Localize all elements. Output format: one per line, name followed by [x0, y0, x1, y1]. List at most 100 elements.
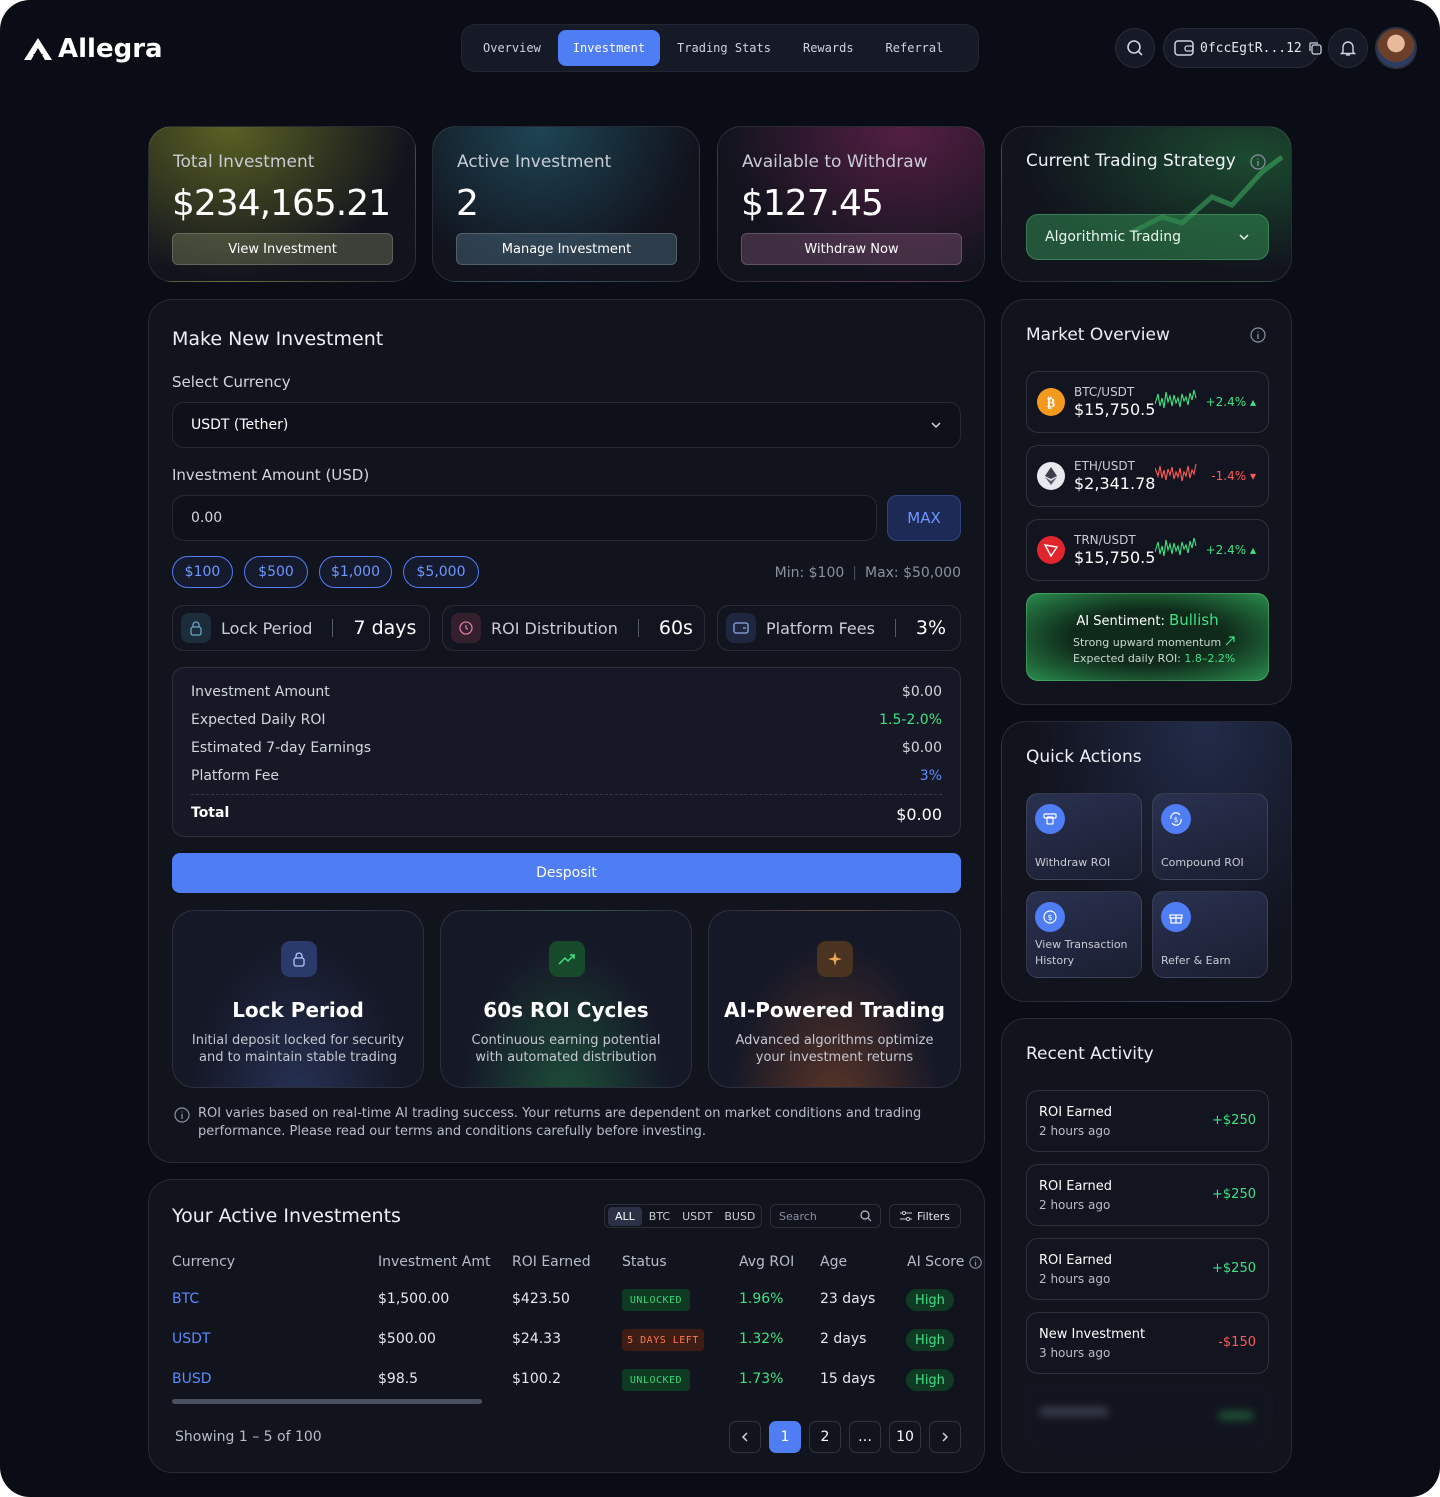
activity-title: ROI Earned: [1039, 1253, 1113, 1268]
market-row-eth[interactable]: ETH/USDT $2,341.78 -1.4% ▾: [1026, 445, 1269, 507]
currency-label: Select Currency: [172, 373, 291, 391]
tab-trading-stats[interactable]: Trading Stats: [662, 30, 786, 66]
row-currency[interactable]: USDT: [172, 1331, 210, 1347]
ai-score-badge: High: [906, 1329, 954, 1351]
market-row-trn[interactable]: TRN/USDT $15,750.5 +2.4% ▴: [1026, 519, 1269, 581]
tron-icon: [1037, 536, 1065, 564]
activity-item[interactable]: ROI Earned 2 hours ago +$250: [1026, 1238, 1269, 1300]
summary-row: Expected Daily ROI 1.5-2.0%: [191, 712, 942, 728]
summary-value: 1.5-2.0%: [879, 712, 942, 728]
notifications-button[interactable]: [1328, 28, 1368, 68]
page-ellipsis: …: [849, 1421, 881, 1453]
info-icon[interactable]: [1250, 154, 1266, 170]
prev-page-button[interactable]: [729, 1421, 761, 1453]
activity-item[interactable]: New Investment 3 hours ago -$150: [1026, 1312, 1269, 1374]
ai-sentiment-card: AI Sentiment: Bullish Strong upward mome…: [1026, 593, 1269, 681]
sparkline-chart: [1155, 389, 1197, 409]
feature-desc: Continuous earning potential with automa…: [471, 1033, 661, 1065]
currency-filter-tabs: ALL BTC USDT BUSD: [604, 1204, 762, 1228]
currency-select[interactable]: USDT (Tether): [172, 402, 961, 448]
tab-investment[interactable]: Investment: [557, 30, 661, 66]
info-icon[interactable]: [1250, 327, 1266, 343]
roi-distribution-label: ROI Distribution: [491, 618, 618, 638]
search-button[interactable]: [1115, 28, 1155, 68]
row-currency[interactable]: BTC: [172, 1291, 199, 1307]
tab-referral[interactable]: Referral: [871, 30, 959, 66]
lock-icon: [281, 941, 317, 977]
preset-5000-button[interactable]: $5,000: [403, 556, 479, 588]
feature-card-ai-trading: AI-Powered Trading Advanced algorithms o…: [708, 910, 961, 1088]
preset-1000-button[interactable]: $1,000: [319, 556, 392, 588]
view-investment-button[interactable]: View Investment: [172, 233, 393, 265]
page-button[interactable]: 1: [769, 1421, 801, 1453]
user-avatar[interactable]: [1375, 27, 1417, 69]
tab-rewards[interactable]: Rewards: [788, 30, 869, 66]
recent-activity-panel: Recent Activity ROI Earned 2 hours ago +…: [1001, 1018, 1292, 1473]
gift-icon: [1161, 902, 1191, 932]
roi-disclaimer: ROI varies based on real-time AI trading…: [198, 1106, 922, 1139]
page-button[interactable]: 2: [809, 1421, 841, 1453]
activity-time: 2 hours ago: [1039, 1198, 1111, 1212]
withdraw-roi-action[interactable]: Withdraw ROI: [1026, 793, 1142, 880]
row-roi: $24.33: [512, 1331, 561, 1347]
next-page-button[interactable]: [929, 1421, 961, 1453]
feature-card-roi-cycles: 60s ROI Cycles Continuous earning potent…: [440, 910, 692, 1088]
action-label: Refer & Earn: [1161, 954, 1231, 967]
tab-overview[interactable]: Overview: [468, 30, 556, 66]
deposit-button[interactable]: Desposit: [172, 853, 961, 893]
sentiment-value: Bullish: [1168, 611, 1219, 629]
platform-fees-info: Platform Fees 3%: [717, 605, 961, 651]
status-badge: 5 DAYS LEFT: [622, 1329, 704, 1351]
market-change-value: +2.4%: [1205, 395, 1247, 409]
horizontal-scrollbar[interactable]: [172, 1399, 482, 1404]
activity-time: 2 hours ago: [1039, 1124, 1111, 1138]
row-currency[interactable]: BUSD: [172, 1371, 212, 1387]
filter-btc[interactable]: BTC: [644, 1207, 675, 1226]
row-age: 2 days: [820, 1331, 867, 1347]
platform-fees-label: Platform Fees: [766, 618, 875, 638]
strategy-select[interactable]: Algorithmic Trading: [1026, 214, 1269, 260]
refer-earn-action[interactable]: Refer & Earn: [1152, 891, 1268, 978]
preset-500-button[interactable]: $500: [244, 556, 308, 588]
wallet-address-button[interactable]: 0fccEgtR...12: [1163, 28, 1322, 68]
page-button[interactable]: 10: [889, 1421, 921, 1453]
chevron-left-icon: [741, 1431, 749, 1443]
info-icon[interactable]: [969, 1255, 983, 1269]
triangle-up-icon: ▴: [1249, 543, 1256, 557]
amount-label: Investment Amount (USD): [172, 466, 370, 484]
active-investments-title: Your Active Investments: [172, 1205, 401, 1227]
trend-up-arrow-icon: [1225, 636, 1235, 649]
market-change: +2.4% ▴: [1206, 395, 1256, 409]
max-button[interactable]: MAX: [887, 495, 961, 541]
copy-icon[interactable]: [1308, 41, 1322, 55]
filter-all[interactable]: ALL: [608, 1206, 642, 1226]
card-label: Total Investment: [173, 152, 315, 172]
activity-amount: -$150: [1218, 1335, 1256, 1350]
view-transaction-history-action[interactable]: $ View Transaction History: [1026, 891, 1142, 978]
search-icon: [1126, 39, 1144, 57]
activity-item[interactable]: ROI Earned 2 hours ago +$250: [1026, 1164, 1269, 1226]
preset-100-button[interactable]: $100: [172, 556, 233, 588]
strategy-selected: Algorithmic Trading: [1045, 229, 1181, 245]
brand-logo[interactable]: Allegra: [24, 34, 163, 64]
sentiment-roi-label: Expected daily ROI:: [1073, 652, 1181, 665]
total-label: Total: [191, 805, 230, 821]
summary-row: Platform Fee 3%: [191, 768, 942, 784]
fade-overlay: [1002, 1402, 1291, 1472]
sparkle-icon: [817, 941, 853, 977]
amount-input[interactable]: 0.00: [172, 495, 877, 541]
column-header: Currency: [172, 1254, 236, 1270]
investment-summary: Investment Amount $0.00 Expected Daily RO…: [172, 667, 961, 837]
activity-item[interactable]: ROI Earned 2 hours ago +$250: [1026, 1090, 1269, 1152]
market-price: $15,750.5: [1074, 548, 1156, 567]
withdraw-now-button[interactable]: Withdraw Now: [741, 233, 962, 265]
manage-investment-button[interactable]: Manage Investment: [456, 233, 677, 265]
table-search-input[interactable]: Search: [770, 1204, 881, 1228]
market-row-btc[interactable]: ₿ BTC/USDT $15,750.5 +2.4% ▴: [1026, 371, 1269, 433]
compound-roi-action[interactable]: $ Compound ROI: [1152, 793, 1268, 880]
filter-usdt[interactable]: USDT: [677, 1207, 717, 1226]
pagination-summary: Showing 1 – 5 of 100: [175, 1429, 322, 1445]
filters-button[interactable]: Filters: [889, 1204, 961, 1228]
svg-text:$: $: [1174, 816, 1178, 824]
filter-busd[interactable]: BUSD: [719, 1207, 760, 1226]
